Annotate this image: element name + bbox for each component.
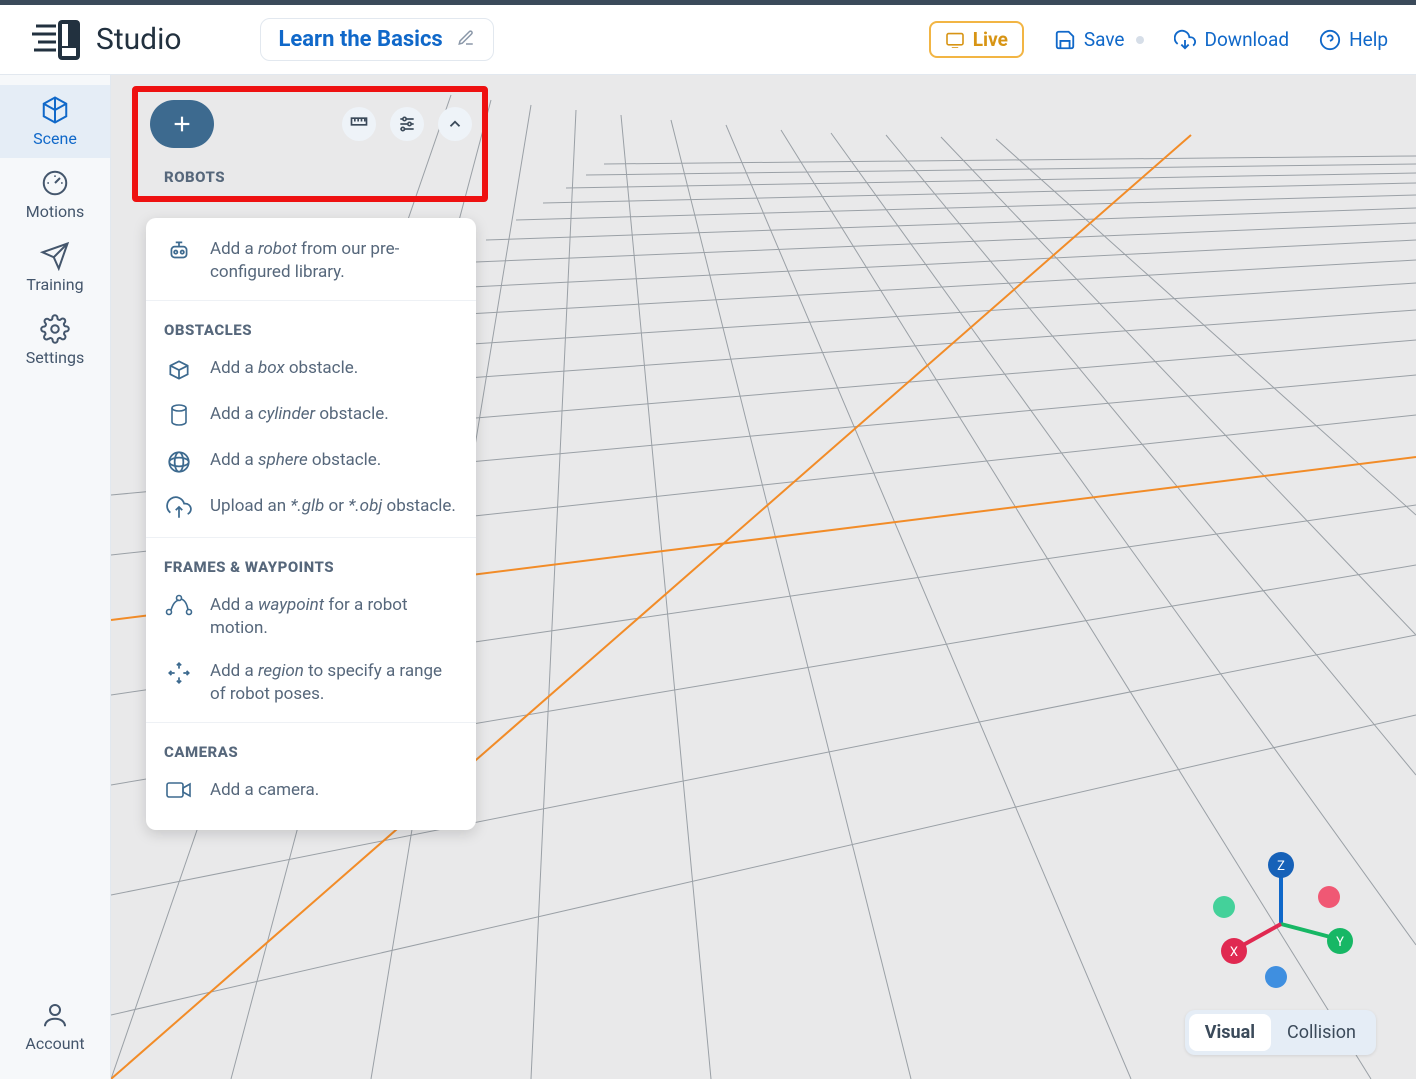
robot-icon [164,238,194,264]
add-camera-row[interactable]: Add a camera. [146,769,476,812]
add-button[interactable] [150,100,214,148]
app-name: Studio [96,22,182,57]
rail-item-training[interactable]: Training [0,231,110,304]
add-waypoint-text: Add a waypoint for a robot motion. [210,594,458,640]
project-title: Learn the Basics [279,27,443,52]
svg-text:Y: Y [1336,935,1344,950]
help-button[interactable]: Help [1319,28,1388,51]
gear-icon [40,314,70,344]
camera-icon [164,779,194,801]
rail-account-label: Account [25,1034,84,1053]
section-frames-title: FRAMES & WAYPOINTS [146,544,476,584]
send-icon [40,241,70,271]
top-bar: Studio Learn the Basics Live Save Downlo… [0,0,1416,75]
orientation-gizmo[interactable]: Z Y X [1206,849,1356,999]
sliders-button[interactable] [390,107,424,141]
save-label: Save [1084,28,1125,51]
user-icon [40,1000,70,1030]
viz-visual[interactable]: Visual [1189,1014,1271,1051]
add-menu-panel: Add a robot from our pre-configured libr… [146,218,476,830]
add-cylinder-row[interactable]: Add a cylinder obstacle. [146,393,476,439]
gauge-icon [40,168,70,198]
cylinder-icon [164,403,194,429]
upload-obstacle-row[interactable]: Upload an *.glb or *.obj obstacle. [146,485,476,531]
save-status-dot [1136,36,1144,44]
scene-panel-header [138,98,482,156]
logo-icon [32,16,84,64]
add-waypoint-row[interactable]: Add a waypoint for a robot motion. [146,584,476,650]
rail-training-label: Training [26,275,83,294]
left-rail: Scene Motions Training Settings Account [0,75,111,1079]
waypoint-icon [164,594,194,616]
add-region-text: Add a region to specify a range of robot… [210,660,458,706]
svg-text:Z: Z [1277,859,1285,874]
add-sphere-row[interactable]: Add a sphere obstacle. [146,439,476,485]
ruler-button[interactable] [342,107,376,141]
rail-item-account[interactable]: Account [0,990,110,1063]
live-button[interactable]: Live [929,21,1024,58]
upload-obstacle-text: Upload an *.glb or *.obj obstacle. [210,495,456,518]
rail-settings-label: Settings [26,348,84,367]
app-logo: Studio [32,16,182,64]
chevron-up-icon [446,115,464,133]
live-label: Live [973,28,1008,51]
section-robots-title-hl: ROBOTS [138,156,482,194]
region-icon [164,660,194,686]
edit-title-icon[interactable] [457,29,475,51]
help-label: Help [1349,28,1388,51]
viz-mode-toggle[interactable]: Visual Collision [1185,1010,1376,1055]
add-robot-row[interactable]: Add a robot from our pre-configured libr… [146,228,476,294]
top-actions: Live Save Download Help [929,21,1388,58]
add-camera-text: Add a camera. [210,779,319,802]
svg-text:X: X [1230,945,1238,960]
add-region-row[interactable]: Add a region to specify a range of robot… [146,650,476,716]
add-box-text: Add a box obstacle. [210,357,358,380]
download-button[interactable]: Download [1174,28,1289,51]
add-cylinder-text: Add a cylinder obstacle. [210,403,389,426]
project-title-pill[interactable]: Learn the Basics [260,18,494,61]
rail-item-settings[interactable]: Settings [0,304,110,377]
sphere-icon [164,449,194,475]
highlight-box: ROBOTS [132,86,488,202]
add-sphere-text: Add a sphere obstacle. [210,449,381,472]
download-label: Download [1204,28,1289,51]
section-cameras-title: CAMERAS [146,729,476,769]
rail-scene-label: Scene [33,129,77,148]
save-button[interactable]: Save [1054,28,1145,51]
sliders-icon [397,114,417,134]
box-icon [164,357,194,383]
rail-item-scene[interactable]: Scene [0,85,110,158]
rail-item-motions[interactable]: Motions [0,158,110,231]
add-robot-text: Add a robot from our pre-configured libr… [210,238,458,284]
ruler-icon [349,114,369,134]
cube-icon [40,95,70,125]
upload-icon [164,495,194,521]
collapse-button[interactable] [438,107,472,141]
viz-collision[interactable]: Collision [1271,1014,1372,1051]
rail-motions-label: Motions [26,202,84,221]
section-obstacles-title: OBSTACLES [146,307,476,347]
plus-icon [171,113,193,135]
add-box-row[interactable]: Add a box obstacle. [146,347,476,393]
